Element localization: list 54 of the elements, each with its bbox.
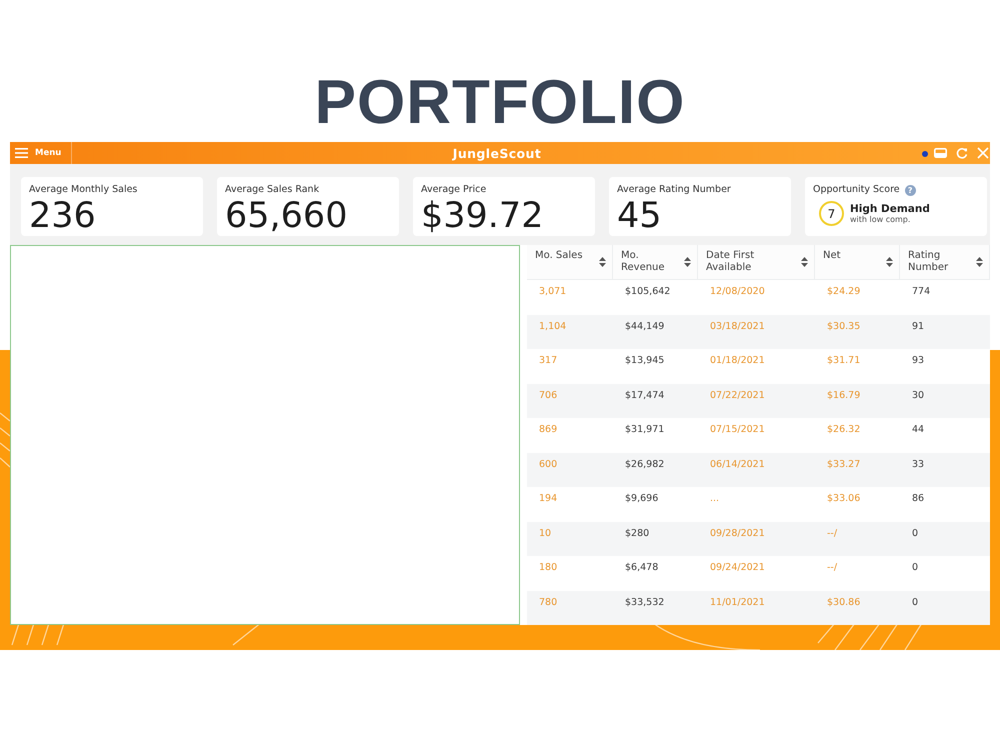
table-cell: 09/28/2021 — [698, 522, 815, 556]
stat-value: $39.72 — [421, 198, 544, 234]
window-icon[interactable] — [934, 148, 947, 158]
column-header[interactable]: Mo. Revenue — [613, 245, 698, 280]
sort-icon — [684, 257, 691, 267]
sort-icon — [801, 257, 808, 267]
column-header[interactable]: Rating Number — [900, 245, 990, 280]
table-cell: $33,532 — [613, 590, 698, 625]
table-cell: 06/14/2021 — [698, 452, 815, 487]
page-title: PORTFOLIO — [314, 72, 686, 134]
table-cell: 706 — [527, 384, 613, 418]
table-cell: $30.35 — [815, 314, 900, 349]
stat-label: Average Rating Number — [617, 184, 732, 196]
table-cell: $16.79 — [815, 384, 900, 418]
table-cell: $30.86 — [815, 590, 900, 625]
column-header[interactable]: Date First Available — [698, 245, 815, 280]
demand-level: High Demand — [850, 202, 930, 214]
status-dot-icon — [922, 151, 928, 157]
table-cell: $26,982 — [613, 452, 698, 487]
score-ring: 7 — [819, 201, 844, 226]
column-header[interactable]: Net — [815, 245, 900, 280]
table-cell: 0 — [900, 522, 990, 556]
stat-value: 45 — [617, 198, 663, 234]
stat-value: 236 — [29, 198, 97, 234]
table-cell: 33 — [900, 452, 990, 487]
table-cell: 91 — [900, 314, 990, 349]
sort-icon — [599, 257, 606, 267]
stat-label: Average Monthly Sales — [29, 184, 138, 196]
app-title: JungleScout — [451, 146, 542, 160]
table-cell: 03/18/2021 — [698, 314, 815, 349]
table-cell: 10 — [527, 522, 613, 556]
stat-label: Average Price — [421, 184, 488, 196]
stat-value: 65,660 — [225, 198, 348, 234]
table-cell: 0 — [900, 590, 990, 625]
table-cell: --/ — [815, 522, 900, 556]
sort-icon — [976, 257, 983, 267]
competition-note: with low comp. — [850, 214, 912, 224]
column-header[interactable]: Mo. Sales — [527, 245, 613, 280]
table-cell: $44,149 — [613, 314, 698, 349]
table-cell: 780 — [527, 590, 613, 625]
table-cell: 11/01/2021 — [698, 590, 815, 625]
sort-icon — [886, 257, 893, 267]
stat-label: Average Sales Rank — [225, 184, 320, 196]
menu-icon — [15, 148, 28, 158]
table-cell: 600 — [527, 452, 613, 487]
table-cell: 1,104 — [527, 314, 613, 349]
table-cell: $280 — [613, 522, 698, 556]
close-icon[interactable] — [977, 147, 989, 159]
table-cell: $17,474 — [613, 384, 698, 418]
table-cell: 30 — [900, 384, 990, 418]
stat-label: Opportunity Score — [813, 184, 900, 196]
table-cell: $33.27 — [815, 452, 900, 487]
table-cell: 07/22/2021 — [698, 384, 815, 418]
refresh-icon[interactable] — [956, 147, 968, 159]
